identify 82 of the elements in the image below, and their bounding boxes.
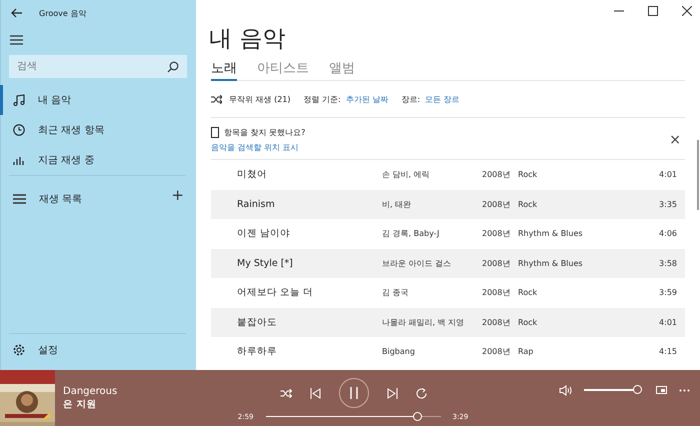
phone-icon [211,127,219,138]
song-artist: 손 담비, 에릭 [382,169,431,180]
song-genre: Rap [518,347,534,356]
song-title: 하루하루 [236,345,278,358]
shuffle-button[interactable]: 무작위 재생 (21) [211,94,291,105]
notice-link[interactable]: 음악을 검색할 위치 표시 [211,142,666,153]
song-row[interactable]: Rainism 비, 태완 2008년 Rock 3:35 [211,190,685,219]
song-year: 2008년 [482,316,512,328]
song-title: 이젠 남이야 [236,227,292,240]
song-duration: 4:15 [659,347,678,356]
tab[interactable]: 앨범 [329,59,355,81]
song-artist: 김 종국 [382,287,410,298]
close-button[interactable]: × [665,133,685,147]
page-title: 내 음악 [209,28,286,51]
sort-label: 정렬 기준: [304,94,341,105]
scrollbar[interactable] [697,140,699,210]
search-field[interactable]: 검색 [9,55,187,78]
song-year: 2008년 [482,258,512,269]
genre-link[interactable]: 모든 장르 [425,94,460,105]
sort-link[interactable]: 추가된 날짜 [346,94,388,105]
list-icon [13,194,26,204]
repeat-icon[interactable] [416,388,426,398]
song-title: My Style [*] [236,258,294,269]
song-title: 어제보다 오늘 더 [236,286,314,300]
track-artist: 은 지원 [63,398,98,410]
song-row[interactable]: My Style [*] 브라운 아이드 걸스 2008년 Rhythm & Blues 3:58 [211,248,685,278]
volume-icon[interactable] [559,384,572,396]
tab[interactable]: 아티스트 [257,59,309,81]
shuffle-icon[interactable] [280,388,292,398]
nav-item[interactable]: 내 음악 [0,85,196,115]
song-artist: 김 경록, Baby-J [382,228,440,240]
nav-item[interactable]: 지금 재생 중 [0,145,196,175]
song-genre: Rock [518,170,538,180]
tab[interactable]: 노래 [211,59,237,81]
menu-icon[interactable] [10,35,23,45]
maximize-icon[interactable] [648,6,658,16]
pause-button[interactable] [338,378,368,408]
song-artist: 브라운 아이드 걸스 [382,258,452,269]
mini-player-icon[interactable] [656,386,667,394]
song-artist: 나몰라 패밀리, 백 지영 [382,316,466,328]
nav-item[interactable]: 재생 목록 [0,184,170,214]
song-duration: 4:01 [659,318,678,327]
song-genre: Rock [518,318,538,327]
song-genre: Rock [518,288,538,298]
previous-icon[interactable] [310,388,320,398]
clock-icon [13,124,25,136]
song-genre: Rock [518,200,538,209]
song-artist: Bigbang [382,347,416,356]
song-title: 붙잡아도 [236,316,278,329]
nav-item[interactable]: 최근 재생 항목 [0,115,196,145]
track-title: Dangerous [63,386,118,396]
back-icon[interactable] [11,8,23,18]
song-title: 미쳤어 [236,168,268,182]
settings-item[interactable]: 설정 [0,334,196,366]
equalizer-icon [13,154,25,166]
genre-label: 장르: [401,94,420,105]
song-year: 2008년 [482,228,512,240]
song-genre: Rhythm & Blues [518,229,584,238]
song-duration: 4:01 [659,170,678,180]
close-icon[interactable] [682,6,692,16]
song-duration: 3:59 [659,288,678,298]
more-icon[interactable] [679,388,690,392]
add-button[interactable]: + [169,188,186,202]
settings-icon [13,344,25,356]
song-artist: 비, 태완 [382,198,412,210]
song-duration: 4:06 [659,229,678,238]
song-genre: Rhythm & Blues [518,258,584,268]
window-title: Groove 음악 [39,8,86,18]
song-duration: 3:35 [659,200,678,209]
song-title: Rainism [236,198,276,210]
song-year: 2008년 [482,346,512,358]
pause-icon [350,387,358,399]
music-note-icon [13,94,25,106]
search-icon[interactable] [167,61,179,73]
song-year: 2008년 [482,287,512,298]
song-row[interactable]: 붙잡아도 나몰라 패밀리, 백 지영 2008년 Rock 4:01 [211,308,685,337]
song-year: 2008년 [482,169,512,180]
next-icon[interactable] [386,388,398,398]
shuffle-icon [211,95,222,104]
notice-text: 항목을 찾지 못했나요? [224,127,306,138]
song-year: 2008년 [482,198,512,210]
song-duration: 3:58 [659,258,678,268]
